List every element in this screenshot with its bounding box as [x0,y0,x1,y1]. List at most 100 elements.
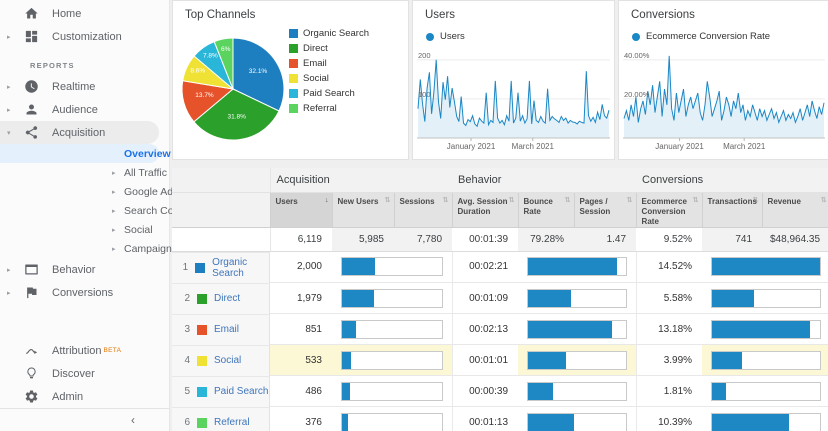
conversions-card: Conversions Ecommerce Conversion Rate 40… [618,0,828,160]
users-bar [332,283,452,314]
conversions-icon [23,285,39,301]
bar-fill [528,414,574,431]
conversions-line-chart[interactable]: 40.00%20.00%January 2021March 2021 [623,47,826,155]
conversion-rate-bar [702,345,828,376]
session-duration-bar [518,314,636,345]
sidebar-item-label: Realtime [52,81,95,93]
channel-link[interactable]: Organic Search [212,257,269,279]
sidebar-item-attribution[interactable]: AttributionBETA [0,339,169,362]
users-value: 486 [270,376,332,407]
sidebar-item-campaigns[interactable]: ▸Campaigns [0,239,169,258]
sidebar-item-behavior[interactable]: ▸Behavior [0,258,169,281]
x-axis-tick: March 2021 [723,142,765,151]
column-header-new-users[interactable]: New Users⇅ [332,192,394,227]
channel-swatch [197,294,207,304]
avg-session-duration-value: 00:01:01 [452,345,518,376]
bar-box [711,351,821,370]
column-header-ecommerce-conversion-rate[interactable]: Ecommerce Conversion Rate⇅ [636,192,702,227]
column-header-label: Transactions [708,197,757,206]
sidebar-item-search-console[interactable]: ▸Search Console [0,201,169,220]
sidebar-item-social[interactable]: ▸Social [0,220,169,239]
bar-fill [712,352,742,369]
bar-fill [528,352,566,369]
channel-link[interactable]: Social [214,355,241,366]
y-axis-tick: 200 [418,51,431,60]
sidebar-item-google-ads[interactable]: ▸Google Ads [0,182,169,201]
sidebar-item-label: All Traffic [124,167,167,179]
column-header-label: New Users [338,197,379,206]
conversions-legend: Ecommerce Conversion Rate [632,31,770,42]
channel-link[interactable]: Paid Search [214,386,268,397]
bar-box [341,351,443,370]
total-users: 6,119 [270,227,332,251]
channel-swatch [197,418,207,428]
channel-swatch [197,325,207,335]
users-line-chart[interactable]: 200100January 2021March 2021 [417,47,610,155]
channel-link[interactable]: Email [214,324,239,335]
column-header-label: Pages / Session [580,197,611,216]
sort-icon: ⇅ [565,197,571,206]
sidebar-item-customization[interactable]: ▸Customization [0,25,169,48]
column-header-revenue[interactable]: Revenue⇅ [762,192,828,227]
conversions-legend-label: Ecommerce Conversion Rate [646,31,770,42]
row-index: 6 [180,417,190,428]
sidebar-item-realtime[interactable]: ▸Realtime [0,75,169,98]
row-index: 5 [180,386,190,397]
group-header-acquisition: Acquisition [270,168,452,192]
sidebar-item-discover[interactable]: Discover [0,362,169,385]
chevron-right-icon: ▸ [112,169,124,177]
table-row-direct: 2Direct1,97900:01:095.58% [172,283,828,314]
sidebar-item-all-traffic[interactable]: ▸All Traffic [0,163,169,182]
column-header-avg-session-duration[interactable]: Avg. Session Duration⇅ [452,192,518,227]
column-header-users[interactable]: Users↓ [270,192,332,227]
pie-slice-label: 8.6% [190,68,205,75]
channel-link[interactable]: Referral [214,417,250,428]
sidebar-item-home[interactable]: Home [0,2,169,25]
ecommerce-conversion-rate-value: 1.81% [636,376,702,407]
legend-label: Organic Search [303,28,369,39]
sidebar-item-overview[interactable]: Overview [0,144,159,163]
bar-box [341,257,443,276]
sidebar-collapse-button[interactable]: ‹ [0,408,169,431]
sort-icon: ⇅ [821,197,827,206]
series-dot-icon [426,33,434,41]
session-duration-bar [518,283,636,314]
bar-fill [342,414,348,431]
bar-box [711,257,821,276]
bar-box [527,257,627,276]
sidebar-item-acquisition[interactable]: ▾Acquisition [0,121,159,144]
row-index: 1 [180,262,188,273]
acquisition-icon [23,125,39,141]
row-index: 4 [180,355,190,366]
chevron-right-icon: ▸ [112,207,124,215]
sidebar-item-admin[interactable]: Admin [0,385,169,408]
users-title: Users [425,9,455,21]
users-bar [332,314,452,345]
sort-desc-icon: ↓ [325,197,329,206]
row-index: 3 [180,324,190,335]
channel-cell: 1 Organic Search [172,252,270,283]
sidebar-item-audience[interactable]: ▸Audience [0,98,169,121]
users-bar [332,345,452,376]
column-header-transactions[interactable]: Transactions⇅ [702,192,762,227]
users-value: 533 [270,345,332,376]
top-channels-pie-chart[interactable]: 32.1%31.8%13.7%8.6%7.8%6% [179,27,287,143]
total-pages-session: 1.47 [574,227,636,251]
users-card: Users Users 200100January 2021March 2021 [412,0,615,160]
sidebar-item-label: Social [124,224,153,236]
chevron-right-icon: ▸ [0,106,14,114]
column-header-sessions[interactable]: Sessions⇅ [394,192,452,227]
column-header-pages-session[interactable]: Pages / Session⇅ [574,192,636,227]
channel-cell: 4 Social [172,345,270,376]
sidebar-item-conversions[interactable]: ▸Conversions [0,281,169,304]
session-duration-bar [518,407,636,431]
legend-swatch [289,89,298,98]
channel-link[interactable]: Direct [214,293,240,304]
x-axis-tick: January 2021 [655,142,703,151]
pie-slice-label: 32.1% [249,68,268,75]
bar-box [341,413,443,431]
realtime-icon [23,79,39,95]
legend-label: Social [303,73,329,84]
sidebar-item-label: Customization [52,31,122,43]
column-header-bounce-rate[interactable]: Bounce Rate⇅ [518,192,574,227]
